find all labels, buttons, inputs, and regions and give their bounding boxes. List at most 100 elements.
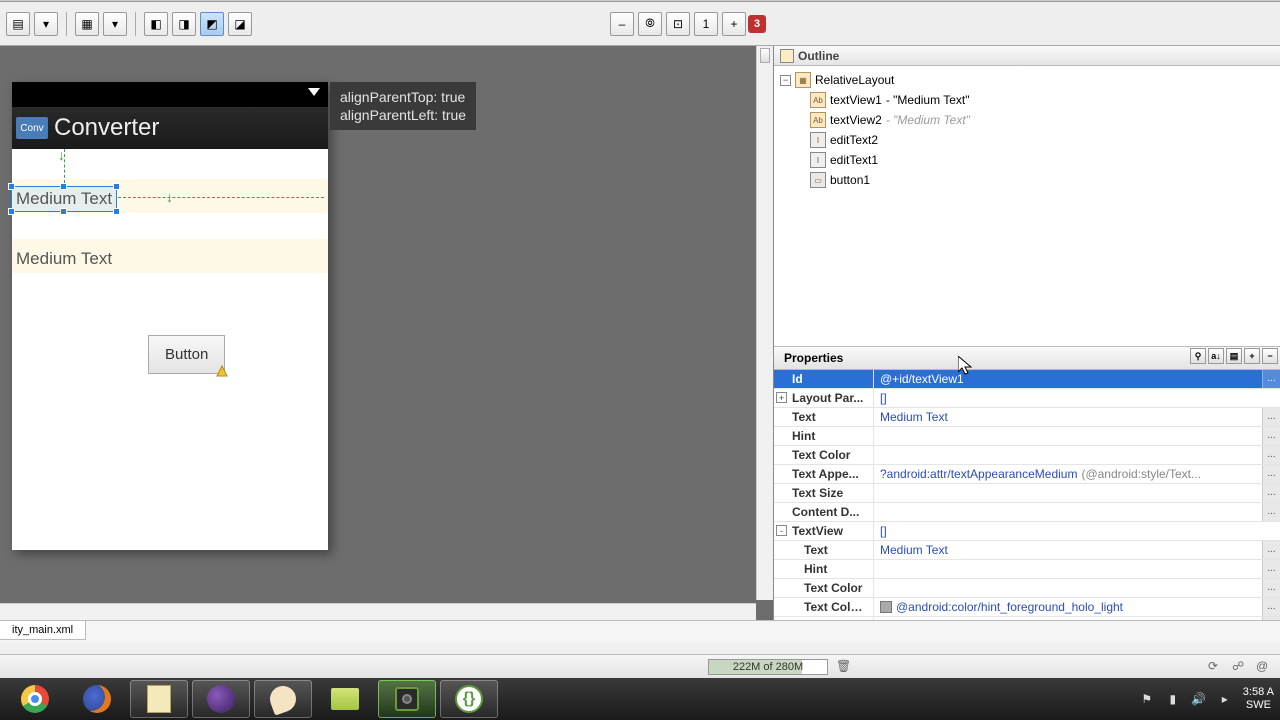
tab-xml[interactable]: ity_main.xml: [0, 621, 86, 640]
tool-btn-2[interactable]: ▾: [34, 12, 58, 36]
taskbar-code[interactable]: {}: [440, 680, 498, 718]
outline-item-editText2[interactable]: IeditText2: [776, 130, 1278, 150]
props-tool-3[interactable]: ▤: [1226, 348, 1242, 364]
zoom-fit-icon[interactable]: ⊡: [666, 12, 690, 36]
prop-value[interactable]: [874, 579, 1262, 597]
prop-row-layout-par-[interactable]: +Layout Par...[]: [774, 389, 1280, 408]
tray-network-icon[interactable]: ▮: [1165, 691, 1181, 707]
props-tool-5[interactable]: −: [1262, 348, 1278, 364]
prop-value[interactable]: [874, 427, 1262, 445]
props-tool-1[interactable]: ⚲: [1190, 348, 1206, 364]
tool-btn-4[interactable]: ▾: [103, 12, 127, 36]
zoom-actual-icon[interactable]: 1: [694, 12, 718, 36]
prop-row-text-colo-[interactable]: Text Colo...@android:color/hint_foregrou…: [774, 598, 1280, 617]
prop-value[interactable]: Medium Text: [874, 408, 1262, 426]
zoom-reset-icon[interactable]: ⦾: [638, 12, 662, 36]
prop-more-button[interactable]: ...: [1262, 465, 1280, 483]
props-tool-4[interactable]: +: [1244, 348, 1260, 364]
prop-more-button[interactable]: ...: [1262, 503, 1280, 521]
taskbar-explorer[interactable]: [130, 680, 188, 718]
prop-more-button[interactable]: ...: [1262, 541, 1280, 559]
taskbar-firefox[interactable]: [68, 680, 126, 718]
canvas-scrollbar-h[interactable]: [0, 603, 756, 620]
gc-icon[interactable]: 🗑: [836, 659, 852, 675]
prop-row-text-color[interactable]: Text Color...: [774, 579, 1280, 598]
textview2-widget[interactable]: Medium Text: [12, 247, 116, 271]
status-icon-3[interactable]: @: [1256, 659, 1272, 675]
taskbar-recorder[interactable]: [378, 680, 436, 718]
prop-more-button[interactable]: ...: [1262, 427, 1280, 445]
prop-value[interactable]: @android:color/hint_foreground_holo_ligh…: [874, 598, 1262, 616]
prop-row-text-size[interactable]: Text Size...: [774, 484, 1280, 503]
prop-value[interactable]: [874, 560, 1262, 578]
tool-btn-5[interactable]: ◧: [144, 12, 168, 36]
status-icon-1[interactable]: ⟳: [1208, 659, 1224, 675]
prop-value[interactable]: []: [874, 522, 1280, 540]
prop-name: Text App...: [774, 617, 873, 620]
prop-more-button[interactable]: ...: [1262, 617, 1280, 620]
tool-btn-3[interactable]: ▦: [75, 12, 99, 36]
tray-flag-icon[interactable]: ⚑: [1139, 691, 1155, 707]
prop-value[interactable]: @+id/textView1: [874, 370, 1262, 388]
tray-action-icon[interactable]: ▸: [1217, 691, 1233, 707]
prop-more-button[interactable]: ...: [1262, 370, 1280, 388]
prop-row-hint[interactable]: Hint...: [774, 427, 1280, 446]
prop-value[interactable]: [874, 503, 1262, 521]
button-widget[interactable]: Button: [148, 335, 225, 374]
tool-btn-8[interactable]: ◪: [228, 12, 252, 36]
lint-badge[interactable]: 3: [748, 15, 766, 33]
prop-more-button[interactable]: ...: [1262, 598, 1280, 616]
props-tool-2[interactable]: a↓: [1208, 348, 1224, 364]
outline-tree[interactable]: − ▦ RelativeLayout AbtextView1 - "Medium…: [774, 66, 1280, 346]
properties-table[interactable]: Id@+id/textView1...+Layout Par...[]TextM…: [774, 370, 1280, 620]
zoom-out-icon[interactable]: –: [610, 12, 634, 36]
canvas-scrollbar-v[interactable]: [756, 46, 773, 600]
taskbar-eclipse[interactable]: [192, 680, 250, 718]
prop-value[interactable]: [874, 484, 1262, 502]
prop-value[interactable]: [874, 446, 1262, 464]
tree-collapse-icon[interactable]: −: [780, 75, 791, 86]
prop-more-button[interactable]: ...: [1262, 408, 1280, 426]
prop-row-text[interactable]: TextMedium Text...: [774, 541, 1280, 560]
outline-root[interactable]: − ▦ RelativeLayout: [776, 70, 1278, 90]
prop-more-button[interactable]: ...: [1262, 484, 1280, 502]
text-node-icon: Ab: [810, 92, 826, 108]
zoom-in-icon[interactable]: +: [722, 12, 746, 36]
tool-btn-1[interactable]: ▤: [6, 12, 30, 36]
outline-item-editText1[interactable]: IeditText1: [776, 150, 1278, 170]
prop-expander-icon[interactable]: +: [776, 392, 787, 403]
prop-more-button[interactable]: ...: [1262, 579, 1280, 597]
taskbar-paint[interactable]: [254, 680, 312, 718]
android-status-bar: [12, 82, 328, 107]
tray-volume-icon[interactable]: 🔊: [1191, 691, 1207, 707]
android-action-bar: Conv Converter: [12, 107, 328, 149]
prop-more-button[interactable]: ...: [1262, 560, 1280, 578]
prop-row-hint[interactable]: Hint...: [774, 560, 1280, 579]
memory-meter[interactable]: 222M of 280M: [708, 659, 828, 675]
outline-item-textView2[interactable]: AbtextView2 - "Medium Text": [776, 110, 1278, 130]
prop-row-content-d-[interactable]: Content D......: [774, 503, 1280, 522]
taskbar-chrome[interactable]: [6, 680, 64, 718]
tool-btn-7[interactable]: ◩: [200, 12, 224, 36]
prop-value[interactable]: []: [874, 389, 1280, 407]
prop-more-button[interactable]: ...: [1262, 446, 1280, 464]
prop-row-text-appe-[interactable]: Text Appe...?android:attr/textAppearance…: [774, 465, 1280, 484]
prop-row-text-color[interactable]: Text Color...: [774, 446, 1280, 465]
prop-row-text-app-[interactable]: Text App...?android:attr/textAppearanceM…: [774, 617, 1280, 620]
prop-value[interactable]: Medium Text: [874, 541, 1262, 559]
tool-btn-6[interactable]: ◨: [172, 12, 196, 36]
prop-expander-icon[interactable]: -: [776, 525, 787, 536]
prop-value[interactable]: ?android:attr/textAppearanceMedium (@and…: [874, 617, 1262, 620]
textview1-widget[interactable]: Medium Text: [12, 187, 116, 211]
taskbar-clock[interactable]: 3:58 A SWE: [1243, 686, 1274, 712]
prop-row-textview[interactable]: -TextView[]: [774, 522, 1280, 541]
outline-item-button1[interactable]: ▭button1: [776, 170, 1278, 190]
prop-row-text[interactable]: TextMedium Text...: [774, 408, 1280, 427]
outline-item-textView1[interactable]: AbtextView1 - "Medium Text": [776, 90, 1278, 110]
prop-row-id[interactable]: Id@+id/textView1...: [774, 370, 1280, 389]
status-icon-2[interactable]: ☍: [1232, 659, 1248, 675]
prop-value[interactable]: ?android:attr/textAppearanceMedium (@and…: [874, 465, 1262, 483]
taskbar-folder[interactable]: [316, 680, 374, 718]
prop-name: TextView: [774, 522, 873, 540]
layout-canvas[interactable]: Conv Converter ↓ ↓ Medium Text: [0, 46, 774, 620]
